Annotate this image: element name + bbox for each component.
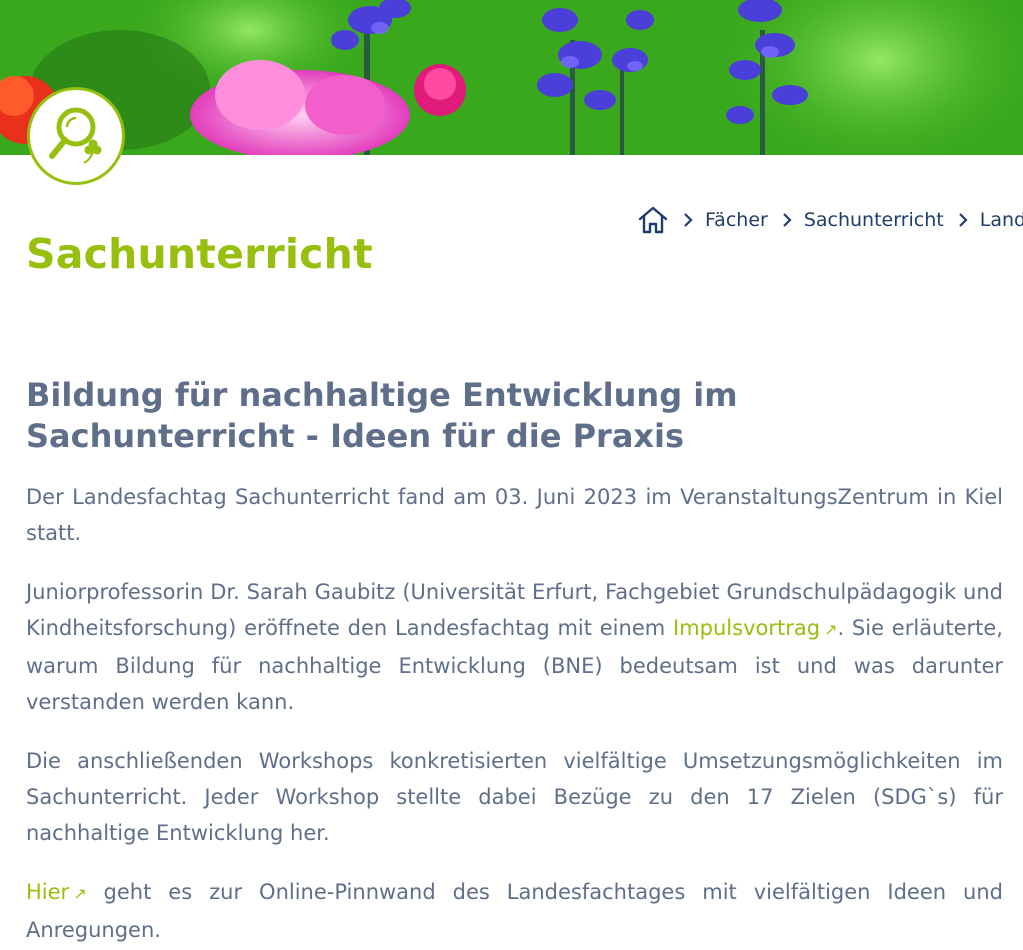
home-icon — [638, 206, 668, 234]
subject-badge — [27, 87, 125, 185]
paragraph-workshops: Die anschließenden Workshops konkretisie… — [26, 749, 1003, 845]
impulsvortrag-link[interactable]: Impulsvortrag ↗ — [673, 616, 837, 640]
breadcrumb: Fächer Sachunterricht Landesfachtag — [637, 203, 1023, 237]
magnifier-leaf-icon — [49, 107, 102, 164]
hero-banner — [0, 0, 1023, 155]
chevron-right-icon — [782, 212, 792, 228]
breadcrumb-item-faecher[interactable]: Fächer — [705, 209, 768, 231]
paragraph-event-info: Der Landesfachtag Sachunterricht fand am… — [26, 485, 1003, 545]
paragraph-pinnwand: Hier ↗ geht es zur Online-Pinnwand des La… — [26, 874, 1003, 948]
article-heading: Bildung für nachhaltige Entwicklung im S… — [26, 376, 738, 455]
page: Fächer Sachunterricht Landesfachtag Sach… — [0, 0, 1023, 950]
external-link-icon: ↗ — [73, 884, 87, 903]
paragraph-keynote: Juniorprofessorin Dr. Sarah Gaubitz (Uni… — [26, 574, 1003, 720]
breadcrumb-item-landesfachtag[interactable]: Landesfachtag — [980, 209, 1023, 231]
hier-link[interactable]: Hier ↗ — [26, 880, 87, 904]
page-title: Sachunterricht — [26, 230, 373, 278]
chevron-right-icon — [958, 212, 968, 228]
article-content: Bildung für nachhaltige Entwicklung im S… — [26, 375, 1003, 950]
flower-meadow-image — [0, 0, 1023, 155]
link-label: Hier — [26, 880, 70, 904]
paragraph-text: geht es zur Online-Pinnwand des Landesfa… — [26, 880, 1003, 942]
chevron-right-icon — [683, 212, 693, 228]
external-link-icon: ↗ — [824, 620, 838, 639]
breadcrumb-item-sachunterricht[interactable]: Sachunterricht — [804, 209, 944, 231]
breadcrumb-home[interactable] — [637, 205, 669, 235]
link-label: Impulsvortrag — [673, 616, 821, 640]
